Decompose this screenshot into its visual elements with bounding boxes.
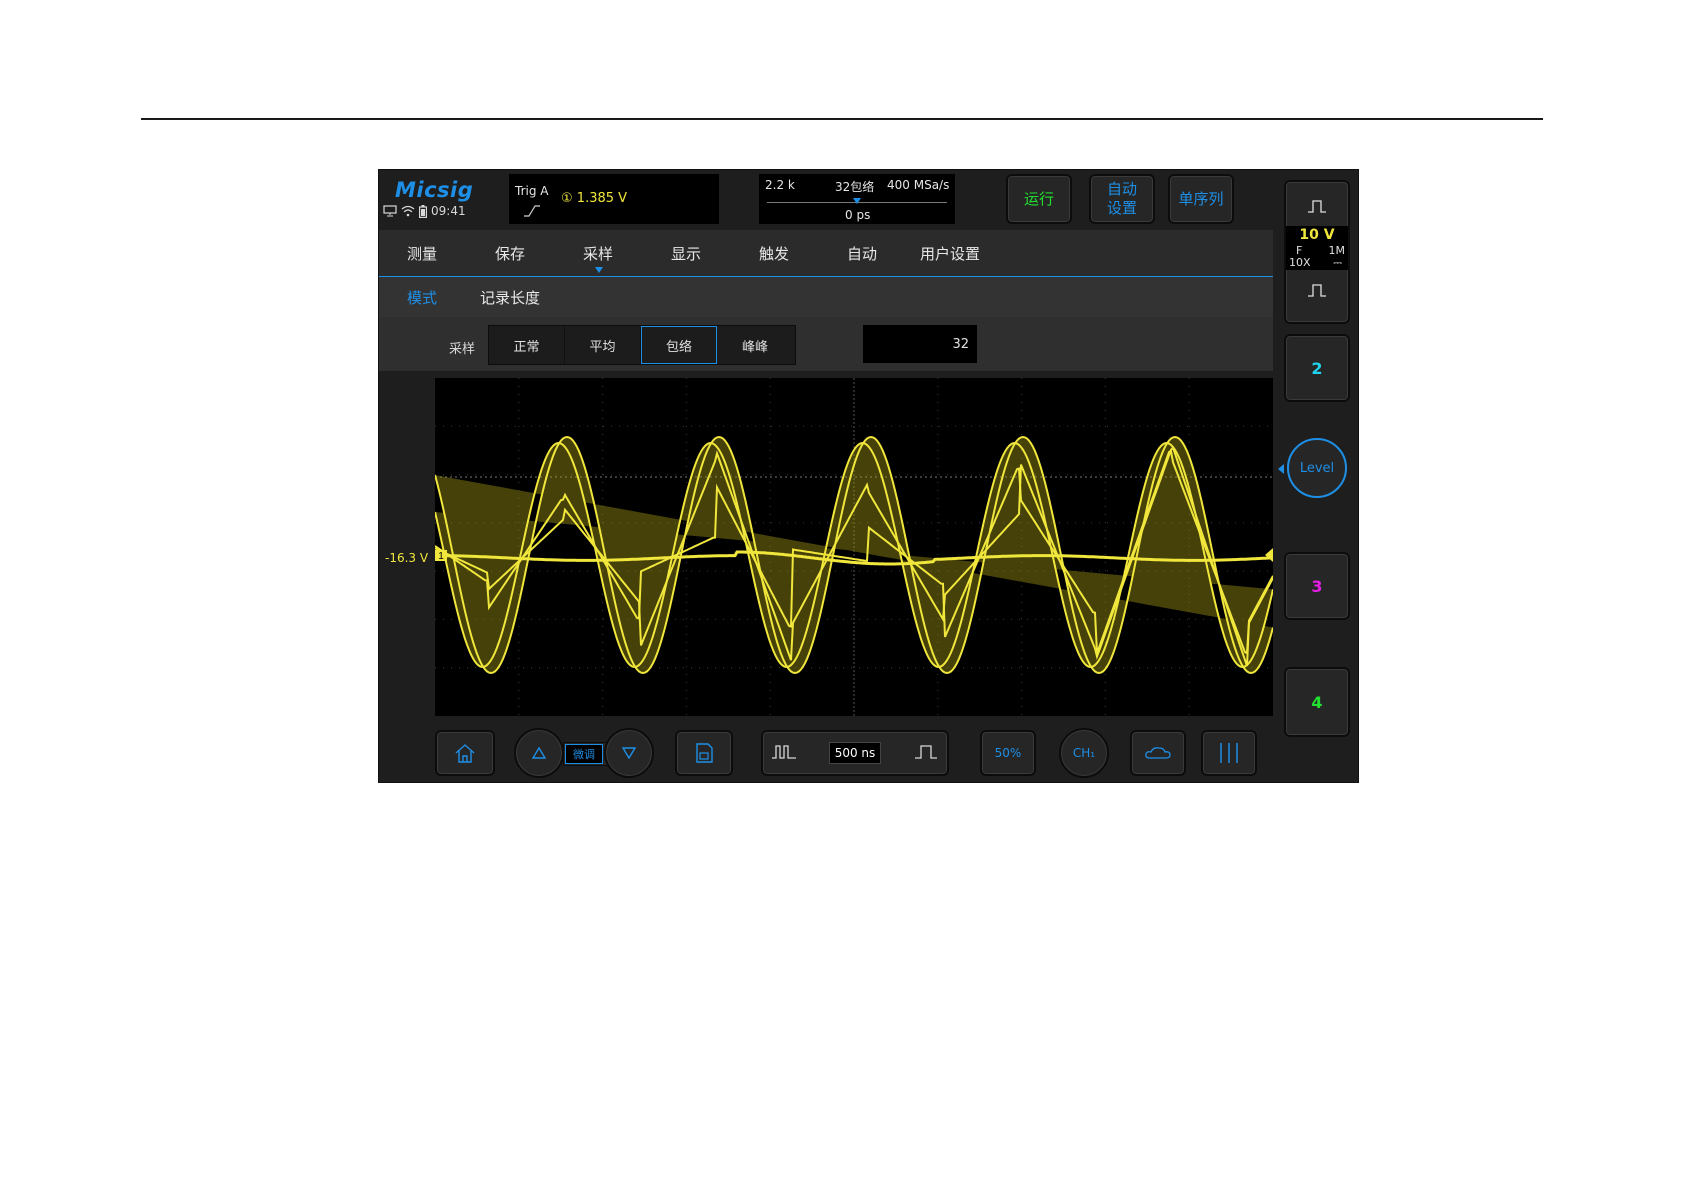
trigger-50-percent-button[interactable]: 50%	[980, 730, 1036, 776]
horizontal-position: 0 ps	[845, 208, 871, 222]
ch1-panel[interactable]: 10 V F 10X 1M ⎓	[1284, 180, 1350, 324]
acquire-mode-text: 32包络	[835, 180, 875, 194]
save-icon	[696, 743, 713, 763]
acquire-mode-selector: 正常 平均 包络 峰峰	[488, 325, 796, 365]
ch1-dc-symbol: ⎓	[1333, 256, 1342, 269]
timebase-slower-button[interactable]	[913, 744, 939, 763]
timebase-faster-button[interactable]	[771, 744, 797, 763]
trigger-position-marker	[853, 198, 861, 204]
trigger-channel-symbol: ①	[561, 191, 573, 206]
menu-acquire[interactable]: 采样	[583, 243, 613, 264]
auto-setup-button[interactable]: 自动 设置	[1089, 174, 1155, 224]
trigger-label: Trig A	[515, 184, 549, 198]
save-button[interactable]	[675, 730, 733, 776]
level-knob[interactable]: Level	[1287, 438, 1347, 498]
wifi-icon	[401, 205, 415, 217]
ch1-info-box: 10 V F 10X 1M ⎓	[1286, 226, 1348, 270]
trigger-level-value: ① 1.385 V	[561, 191, 627, 206]
level-knob-holder: Level	[1278, 435, 1350, 501]
timebase-scale: 500 ns	[828, 742, 882, 764]
home-button[interactable]	[435, 730, 495, 776]
mode-normal-button[interactable]: 正常	[489, 326, 565, 364]
micsig-logo: Micsig	[395, 178, 474, 202]
fine-up-button[interactable]	[514, 728, 564, 778]
timebase-control: 500 ns	[761, 730, 949, 776]
ch1-pulse-icon-bottom	[1308, 284, 1326, 297]
mode-peak-button[interactable]: 峰峰	[717, 326, 793, 364]
menu-auto[interactable]: 自动	[847, 243, 877, 264]
cloud-icon	[1145, 747, 1171, 759]
envelope-count-input[interactable]: 32	[863, 325, 977, 363]
cursor-lines-icon	[1220, 743, 1238, 763]
menu-display[interactable]: 显示	[671, 243, 701, 264]
fine-down-button[interactable]	[604, 728, 654, 778]
single-sequence-button[interactable]: 单序列	[1168, 174, 1234, 224]
ch1-marker-text: 1	[438, 551, 444, 562]
acquire-options-row: 采样 正常 平均 包络 峰峰 32	[379, 317, 1273, 371]
waveform-svg: 1	[434, 378, 1274, 716]
ch4-button[interactable]: 4	[1284, 667, 1350, 737]
submenu-mode[interactable]: 模式	[407, 287, 437, 308]
submenu-record-length[interactable]: 记录长度	[480, 287, 540, 308]
cursor-button[interactable]	[1201, 730, 1257, 776]
wide-pulse-icon	[914, 744, 937, 759]
menu-trigger[interactable]: 触发	[759, 243, 789, 264]
bottom-toolbar: 微调 500 ns 50% CH₁	[379, 726, 1273, 782]
channel-select-button[interactable]: CH₁	[1059, 728, 1109, 778]
narrow-pulse-icon	[772, 744, 796, 759]
auto-setup-line1: 自动	[1106, 180, 1137, 198]
battery-icon	[419, 204, 427, 218]
trigger-info-panel[interactable]: Trig A ① 1.385 V	[509, 174, 719, 224]
rising-edge-icon	[523, 202, 541, 221]
menu-save[interactable]: 保存	[495, 243, 525, 264]
menu-active-caret	[595, 267, 603, 273]
ch2-button[interactable]: 2	[1284, 334, 1350, 402]
ch1-pulse-icon-top	[1308, 200, 1326, 213]
monitor-icon	[383, 205, 397, 217]
mode-average-button[interactable]: 平均	[565, 326, 641, 364]
memory-depth: 2.2 k	[765, 178, 795, 192]
trigger-level-text: 1.385 V	[576, 191, 628, 206]
ch3-button[interactable]: 3	[1284, 552, 1350, 620]
main-menu-bar: 测量 保存 采样 显示 触发 自动 用户设置	[379, 230, 1273, 277]
triangle-up-icon	[531, 746, 547, 759]
trigger-level-arrow	[1265, 548, 1273, 562]
menu-user-settings[interactable]: 用户设置	[920, 243, 980, 264]
page-rule	[141, 118, 1543, 120]
status-row: 09:41	[383, 204, 466, 218]
ch1-probe: 10X	[1289, 256, 1311, 269]
cloud-button[interactable]	[1130, 730, 1186, 776]
sample-rate: 400 MSa/s	[887, 178, 950, 192]
timebase-panel[interactable]: 2.2 k 32包络 400 MSa/s 0 ps	[759, 174, 955, 224]
mode-envelope-button[interactable]: 包络	[641, 326, 717, 364]
level-arrow-left	[1278, 464, 1284, 474]
waveform-display[interactable]: 1	[434, 378, 1274, 716]
oscilloscope-screen: Micsig 09:41 Trig A ① 1.385 V 2.2 k 32包络…	[378, 169, 1359, 783]
acquire-submenu: 模式 记录长度	[379, 277, 1273, 317]
run-stop-button[interactable]: 运行	[1006, 174, 1072, 224]
menu-measure[interactable]: 测量	[407, 243, 437, 264]
acquire-mode-label: 采样	[449, 342, 476, 357]
ch1-offset-label: -16.3 V	[385, 551, 429, 565]
auto-setup-line2: 设置	[1106, 199, 1137, 217]
clock: 09:41	[431, 204, 466, 218]
ch1-scale: 10 V	[1299, 227, 1335, 243]
triangle-down-icon	[621, 747, 637, 760]
home-icon	[455, 744, 475, 763]
fine-adjust-label[interactable]: 微调	[565, 744, 603, 764]
